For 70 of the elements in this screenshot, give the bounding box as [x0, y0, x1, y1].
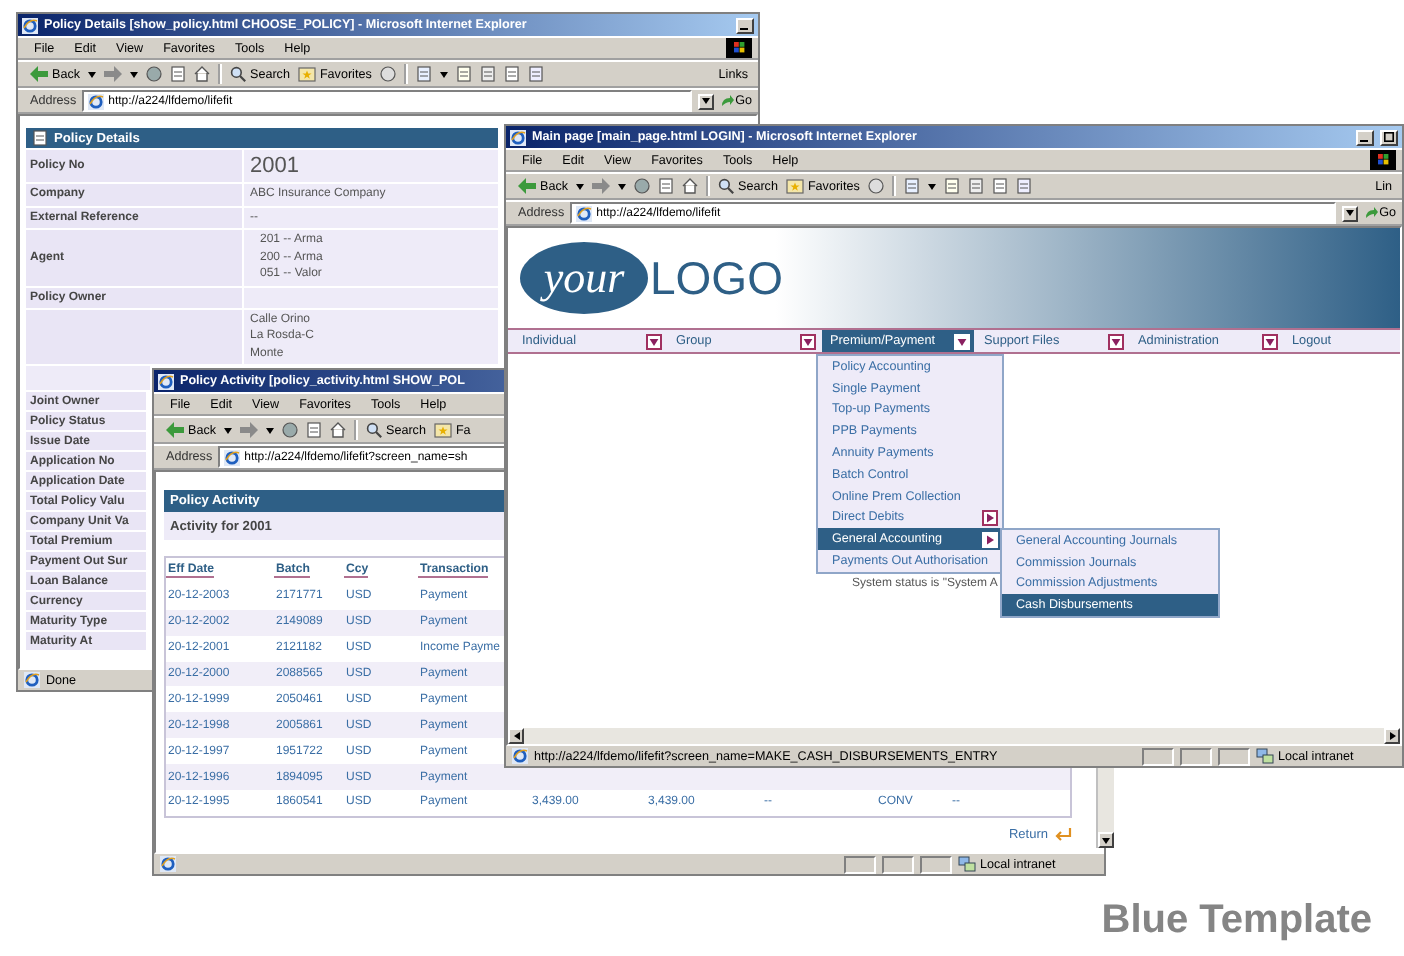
page-icon: [160, 856, 176, 872]
home-icon[interactable]: [330, 422, 346, 438]
forward-arrow-icon: [592, 178, 610, 194]
page-icon: [576, 205, 593, 221]
page-icon: [512, 748, 528, 764]
page-icon: [24, 672, 40, 688]
caret-icon[interactable]: [1262, 333, 1278, 349]
caret-icon[interactable]: [1345, 210, 1354, 216]
caret-icon[interactable]: [618, 183, 626, 189]
back-arrow-icon: [30, 66, 48, 82]
address-dropdown-button[interactable]: [1341, 205, 1358, 221]
field-value: 2001: [250, 152, 299, 180]
caret-icon[interactable]: [800, 333, 816, 349]
logo-text: LOGO: [650, 251, 783, 305]
forward-arrow-icon: [104, 66, 122, 82]
flag-logo-icon: [1370, 150, 1396, 170]
stop-icon[interactable]: [634, 178, 650, 194]
left-arrow-icon: [513, 732, 519, 740]
caret-icon[interactable]: [701, 98, 710, 104]
scrollbar[interactable]: [508, 728, 1400, 744]
caret-icon[interactable]: [927, 183, 936, 189]
caret-icon[interactable]: [266, 427, 274, 433]
browser-icon: [158, 373, 174, 389]
home-icon[interactable]: [194, 66, 210, 82]
maximize-button[interactable]: [1380, 129, 1398, 145]
spacer-cell: [26, 366, 150, 390]
caret-icon[interactable]: [130, 71, 138, 77]
favorites-icon: [297, 66, 316, 82]
intranet-icon: [958, 856, 976, 872]
document-icon[interactable]: [32, 130, 48, 146]
maximize-icon: [1384, 132, 1394, 142]
stop-icon[interactable]: [146, 66, 162, 82]
caret-icon[interactable]: [1108, 333, 1124, 349]
media-icon[interactable]: [867, 178, 884, 194]
minimize-button[interactable]: [1356, 129, 1374, 145]
favorites-icon: [433, 422, 452, 438]
caret-icon[interactable]: [439, 71, 448, 77]
minimize-button[interactable]: [736, 17, 754, 33]
address-dropdown-button[interactable]: [697, 93, 714, 109]
media-icon[interactable]: [379, 66, 396, 82]
favorites-icon: [785, 178, 804, 194]
scroll-right-button[interactable]: [1384, 728, 1400, 744]
caret-icon[interactable]: [88, 71, 96, 77]
right-arrow-icon: [1389, 732, 1395, 740]
flag-logo-icon: [726, 38, 752, 58]
go-arrow-icon: [1363, 206, 1378, 220]
scroll-left-button[interactable]: [508, 728, 524, 744]
caret-icon[interactable]: [576, 183, 584, 189]
search-icon: [366, 422, 382, 438]
home-icon[interactable]: [682, 178, 698, 194]
browser-icon: [22, 17, 38, 33]
stop-icon[interactable]: [282, 422, 298, 438]
caret-icon[interactable]: [982, 509, 998, 526]
back-arrow-icon: [518, 178, 536, 194]
return-arrow-icon: [1054, 827, 1072, 842]
go-arrow-icon: [719, 94, 734, 108]
search-icon: [718, 178, 734, 194]
logo-mark: your: [520, 242, 648, 314]
template-caption: Blue Template: [1101, 898, 1372, 944]
intranet-icon: [1256, 748, 1274, 764]
caret-icon[interactable]: [646, 333, 662, 349]
caret-icon[interactable]: [224, 427, 232, 433]
back-arrow-icon: [166, 422, 184, 438]
browser-icon: [510, 129, 526, 145]
search-icon: [230, 66, 246, 82]
page-icon: [88, 93, 105, 109]
caret-icon[interactable]: [1102, 837, 1110, 843]
page-icon: [224, 449, 241, 465]
forward-arrow-icon: [240, 422, 258, 438]
scroll-down-button[interactable]: [1098, 832, 1114, 848]
